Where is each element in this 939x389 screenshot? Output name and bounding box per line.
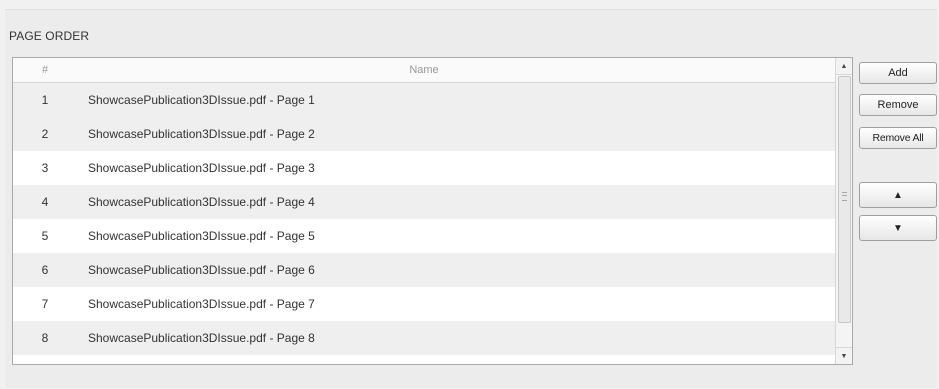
page-order-title: PAGE ORDER: [9, 29, 90, 43]
table-row[interactable]: 2 ShowcasePublication3DIssue.pdf - Page …: [13, 117, 835, 151]
remove-button[interactable]: Remove: [859, 94, 937, 116]
page-order-table: # Name 1 ShowcasePublication3DIssue.pdf …: [12, 57, 853, 365]
row-name: ShowcasePublication3DIssue.pdf - Page 4: [88, 195, 315, 209]
row-number: 2: [41, 127, 49, 141]
table-row[interactable]: 4 ShowcasePublication3DIssue.pdf - Page …: [13, 185, 835, 219]
table-scrollbar[interactable]: ▲ ▼: [835, 58, 852, 364]
table-row[interactable]: 6 ShowcasePublication3DIssue.pdf - Page …: [13, 253, 835, 287]
table-rows: 1 ShowcasePublication3DIssue.pdf - Page …: [13, 83, 835, 355]
remove-all-button[interactable]: Remove All: [859, 127, 937, 149]
row-name: ShowcasePublication3DIssue.pdf - Page 5: [88, 229, 315, 243]
move-up-button[interactable]: ▲: [859, 182, 937, 208]
row-number: 8: [41, 331, 49, 345]
scroll-up-arrow[interactable]: ▲: [836, 58, 852, 75]
add-button[interactable]: Add: [859, 62, 937, 84]
table-header: # Name: [13, 58, 835, 83]
table-row[interactable]: 7 ShowcasePublication3DIssue.pdf - Page …: [13, 287, 835, 321]
row-name: ShowcasePublication3DIssue.pdf - Page 3: [88, 161, 315, 175]
row-number: 3: [41, 161, 49, 175]
row-number: 6: [41, 263, 49, 277]
column-header-number[interactable]: #: [13, 64, 77, 76]
row-name: ShowcasePublication3DIssue.pdf - Page 8: [88, 331, 315, 345]
row-name: ShowcasePublication3DIssue.pdf - Page 7: [88, 297, 315, 311]
row-number: 4: [41, 195, 49, 209]
table-row[interactable]: 8 ShowcasePublication3DIssue.pdf - Page …: [13, 321, 835, 355]
table-row[interactable]: 3 ShowcasePublication3DIssue.pdf - Page …: [13, 151, 835, 185]
row-number: 7: [41, 297, 49, 311]
triangle-up-icon: ▲: [893, 189, 903, 201]
column-header-name[interactable]: Name: [77, 64, 835, 76]
scroll-grip-icon: [842, 192, 847, 201]
row-number: 5: [41, 229, 49, 243]
row-name: ShowcasePublication3DIssue.pdf - Page 2: [88, 127, 315, 141]
triangle-down-icon: ▼: [893, 222, 903, 234]
row-number: 1: [41, 93, 49, 107]
scroll-thumb[interactable]: [838, 76, 851, 323]
row-name: ShowcasePublication3DIssue.pdf - Page 1: [88, 93, 315, 107]
table-row[interactable]: 5 ShowcasePublication3DIssue.pdf - Page …: [13, 219, 835, 253]
table-row[interactable]: 1 ShowcasePublication3DIssue.pdf - Page …: [13, 83, 835, 117]
row-name: ShowcasePublication3DIssue.pdf - Page 6: [88, 263, 315, 277]
move-down-button[interactable]: ▼: [859, 215, 937, 241]
scroll-down-arrow[interactable]: ▼: [836, 347, 852, 364]
